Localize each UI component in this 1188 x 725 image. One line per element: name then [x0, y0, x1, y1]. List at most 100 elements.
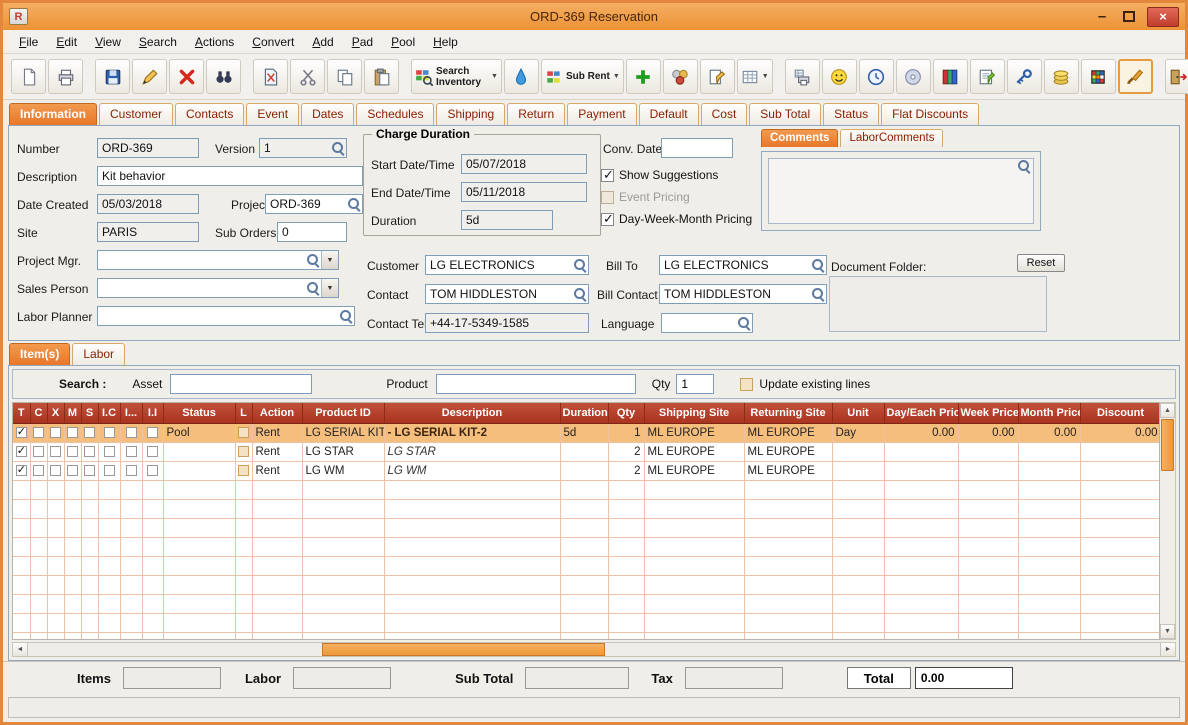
column-header-t[interactable]: T: [13, 403, 31, 424]
date-created-field-input[interactable]: [98, 195, 198, 213]
qty-cell[interactable]: 2: [608, 461, 645, 481]
shipping-site-cell[interactable]: ML EUROPE: [644, 442, 745, 462]
date-created-field[interactable]: [97, 194, 199, 214]
tab-schedules[interactable]: Schedules: [356, 103, 435, 125]
returning-site-cell[interactable]: ML EUROPE: [744, 423, 833, 443]
bill-to-field-input[interactable]: [660, 256, 810, 274]
row-checkbox[interactable]: [15, 425, 27, 438]
l-checkbox-cell[interactable]: [235, 423, 253, 443]
menu-convert[interactable]: Convert: [244, 32, 302, 52]
search-icon[interactable]: [305, 279, 321, 297]
contact-field[interactable]: [425, 284, 589, 304]
scroll-up-icon[interactable]: ▲: [1160, 403, 1175, 418]
sub-orders-field-input[interactable]: [278, 223, 346, 241]
week-price-cell[interactable]: 0.00: [958, 423, 1019, 443]
add-plus-button[interactable]: [625, 59, 661, 94]
project-mgr-field-input[interactable]: [98, 251, 305, 269]
tab-status[interactable]: Status: [823, 103, 880, 125]
column-header-day-each-price[interactable]: Day/Each Price: [884, 403, 959, 424]
show-suggestions-checkbox[interactable]: Show Suggestions: [601, 167, 718, 183]
language-field-input[interactable]: [662, 314, 736, 332]
menu-pool[interactable]: Pool: [383, 32, 423, 52]
column-header-discount[interactable]: Discount: [1080, 403, 1159, 424]
tab-information[interactable]: Information: [9, 103, 97, 125]
new-document-button[interactable]: [11, 59, 46, 94]
tab-event[interactable]: Event: [246, 103, 300, 125]
dropdown-caret-icon[interactable]: ▼: [762, 73, 769, 80]
week-price-cell[interactable]: [958, 442, 1019, 462]
exit-button[interactable]: EXIT: [1164, 59, 1188, 94]
title-bar[interactable]: R ORD-369 Reservation – ×: [3, 3, 1185, 30]
scroll-down-icon[interactable]: ▼: [1160, 624, 1175, 639]
paste-button[interactable]: [364, 59, 399, 94]
contact-field-input[interactable]: [426, 285, 572, 303]
bill-contact-field[interactable]: [659, 284, 827, 304]
status-cell[interactable]: [163, 442, 236, 462]
qty-input[interactable]: [676, 374, 715, 394]
day-each-price-cell[interactable]: 0.00: [884, 423, 959, 443]
row-checkbox[interactable]: [67, 464, 78, 476]
spheres-button[interactable]: [662, 59, 698, 94]
duration-cell[interactable]: [560, 442, 609, 462]
rubik-cube-button[interactable]: [1080, 59, 1116, 94]
discount-cell[interactable]: 0.00: [1080, 423, 1159, 443]
qty-cell[interactable]: 2: [608, 442, 645, 462]
column-header-i-c[interactable]: I.C: [98, 403, 121, 424]
search-icon[interactable]: [338, 307, 354, 325]
description-cell[interactable]: LG WM: [384, 461, 561, 481]
column-header-c[interactable]: C: [30, 403, 48, 424]
contact-tel-field[interactable]: [425, 313, 589, 333]
column-header-status[interactable]: Status: [163, 403, 236, 424]
number-field[interactable]: [97, 138, 199, 158]
project-field-input[interactable]: [266, 195, 346, 213]
shipping-site-cell[interactable]: ML EUROPE: [644, 461, 745, 481]
maximize-button[interactable]: [1123, 11, 1135, 22]
minimize-button[interactable]: –: [1093, 9, 1111, 24]
close-button[interactable]: ×: [1147, 6, 1179, 27]
update-existing-lines-checkbox[interactable]: [740, 377, 754, 391]
tab-cost[interactable]: Cost: [700, 103, 748, 125]
product-id-cell[interactable]: LG SERIAL KIT-2: [302, 423, 385, 443]
l-checkbox-cell[interactable]: [235, 461, 253, 481]
row-checkbox[interactable]: [147, 464, 158, 476]
note-edit-button[interactable]: [699, 59, 735, 94]
search-icon[interactable]: [810, 285, 826, 303]
horizontal-scroll-thumb[interactable]: [322, 643, 606, 656]
menu-pad[interactable]: Pad: [344, 32, 381, 52]
action-cell[interactable]: Rent: [252, 442, 303, 462]
start-date-field-input[interactable]: [462, 155, 586, 173]
cut-document-button[interactable]: [253, 59, 288, 94]
tab-return[interactable]: Return: [507, 103, 566, 125]
menu-search[interactable]: Search: [131, 32, 185, 52]
row-checkbox[interactable]: [147, 426, 158, 438]
column-header-i-i[interactable]: I.I: [142, 403, 164, 424]
description-cell[interactable]: LG STAR: [384, 442, 561, 462]
brush-button[interactable]: [1117, 59, 1153, 94]
tab-flat-discounts[interactable]: Flat Discounts: [881, 103, 980, 125]
contact-tel-field-input[interactable]: [426, 314, 588, 332]
copy-button[interactable]: [327, 59, 362, 94]
asset-input[interactable]: [170, 374, 313, 394]
l-checkbox[interactable]: [238, 445, 249, 457]
scissors-button[interactable]: [290, 59, 325, 94]
scroll-right-icon[interactable]: ►: [1160, 642, 1176, 657]
coins-button[interactable]: [1043, 59, 1079, 94]
conv-date-field-input[interactable]: [662, 139, 732, 157]
paint-drop-button[interactable]: [503, 59, 539, 94]
search-icon[interactable]: [305, 251, 321, 269]
show-suggestions-checkbox-box[interactable]: [601, 167, 614, 183]
tab-labor[interactable]: Labor: [72, 343, 126, 365]
search-icon[interactable]: [330, 139, 346, 157]
returning-site-cell[interactable]: ML EUROPE: [744, 442, 833, 462]
description-field-input[interactable]: [98, 167, 362, 185]
month-price-cell[interactable]: [1018, 461, 1081, 481]
column-header-description[interactable]: Description: [384, 403, 561, 424]
notes-button[interactable]: [969, 59, 1005, 94]
books-button[interactable]: [932, 59, 968, 94]
tab-laborcomments[interactable]: LaborComments: [840, 129, 944, 147]
product-id-cell[interactable]: LG STAR: [302, 442, 385, 462]
event-pricing-checkbox-box[interactable]: [601, 190, 614, 204]
cd-button[interactable]: [895, 59, 931, 94]
start-date-field[interactable]: [461, 154, 587, 174]
vertical-scroll-thumb[interactable]: [1161, 419, 1174, 471]
